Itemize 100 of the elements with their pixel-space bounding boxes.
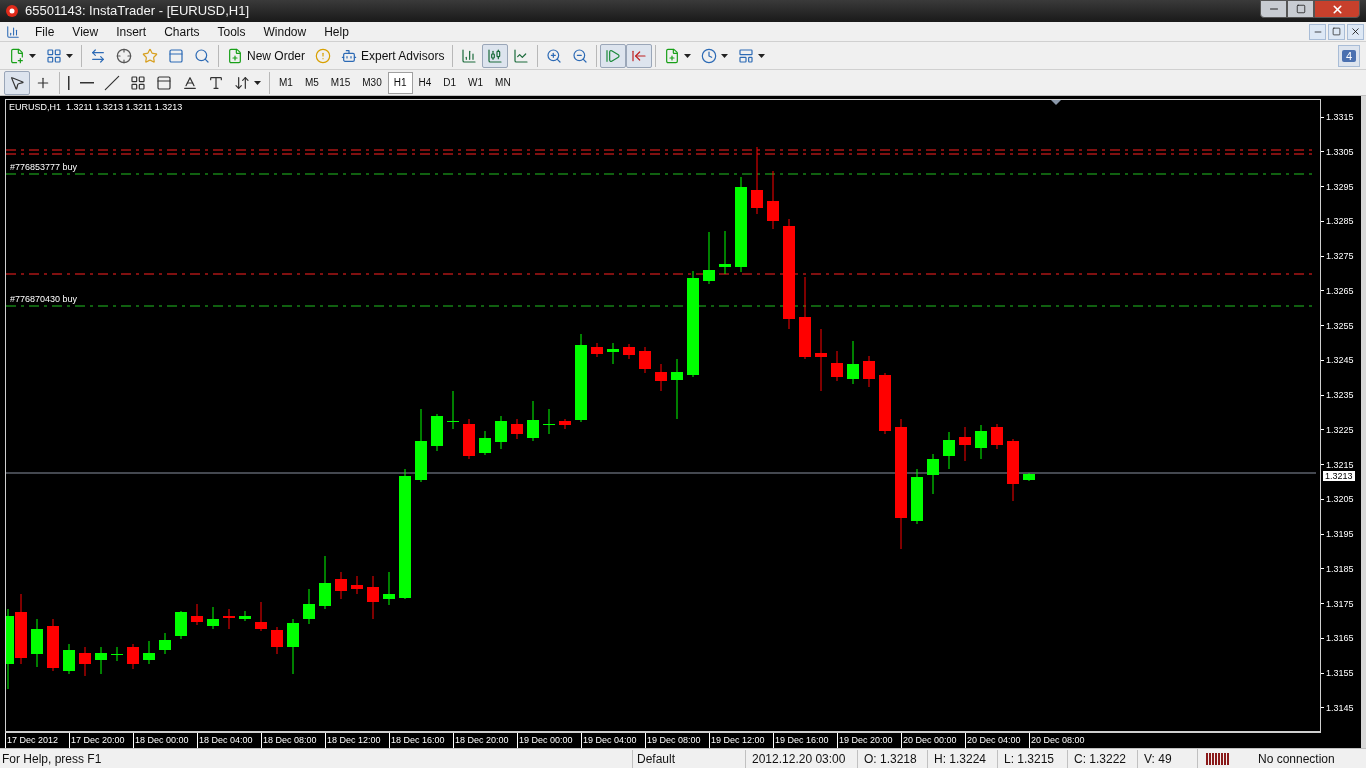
period-button[interactable]: H1 <box>387 71 413 94</box>
time-label: 19 Dec 08:00 <box>645 733 709 748</box>
candle <box>751 146 763 215</box>
price-tick: 1.3305 <box>1326 146 1354 157</box>
menu-item[interactable]: Help <box>315 22 358 41</box>
time-label: 18 Dec 16:00 <box>389 733 453 748</box>
candle <box>63 643 75 675</box>
high-price: H: 1.3224 <box>927 749 997 768</box>
robot-icon <box>341 47 357 64</box>
minimize-button[interactable] <box>1260 0 1287 18</box>
candle <box>543 408 555 435</box>
candle <box>447 390 459 430</box>
candle <box>239 610 251 622</box>
price-tick: 1.3175 <box>1326 598 1354 609</box>
expert-advisors-button[interactable]: Expert Advisors <box>336 43 450 68</box>
candle <box>559 418 571 430</box>
order-label: #776853777 buy <box>10 161 78 174</box>
terminal-icon <box>168 47 184 64</box>
time-label: 18 Dec 20:00 <box>453 733 517 748</box>
maximize-button[interactable] <box>1287 0 1314 18</box>
connection-bars-icon <box>1206 752 1230 765</box>
minimize-chart-button[interactable] <box>1309 23 1326 40</box>
candlestick-chart-icon <box>487 47 504 64</box>
candle <box>303 588 315 625</box>
price-tick: 1.3195 <box>1326 529 1354 540</box>
price-tick: 1.3275 <box>1326 251 1354 262</box>
price-tick: 1.3295 <box>1326 181 1354 192</box>
candle <box>623 343 635 360</box>
notifications-button[interactable]: 4 <box>1338 44 1360 67</box>
candle <box>591 342 603 358</box>
caret-icon <box>758 53 766 58</box>
help-text: For Help, press F1 <box>1 750 103 768</box>
caret-icon <box>66 53 73 58</box>
period-button[interactable]: MN <box>489 71 517 94</box>
market-watch-icon <box>90 47 106 64</box>
time-label: 18 Dec 04:00 <box>197 733 261 748</box>
period-button[interactable]: M15 <box>324 71 357 94</box>
low-price: L: 1.3215 <box>997 749 1067 768</box>
period-button[interactable]: M1 <box>273 71 299 94</box>
close-icon <box>1330 2 1344 16</box>
templates-icon <box>738 47 755 64</box>
auto-scroll-button[interactable] <box>600 43 627 68</box>
time-label: 17 Dec 2012 <box>5 733 69 748</box>
candle <box>975 424 987 460</box>
period-button[interactable]: M30 <box>356 71 388 94</box>
bar-time: 2012.12.20 03:00 <box>745 749 857 768</box>
chart-type-button[interactable] <box>482 43 509 68</box>
candle <box>367 575 379 620</box>
candle <box>863 355 875 388</box>
zoom-out-icon <box>572 47 589 64</box>
period-button[interactable]: D1 <box>437 71 463 94</box>
chart-header: EURUSD,H1 1.3211 1.3213 1.3211 1.3213 <box>9 101 183 114</box>
caret-icon <box>254 80 261 85</box>
candle <box>111 646 123 662</box>
candle <box>991 423 1003 450</box>
menu-item[interactable]: File <box>26 22 64 41</box>
scrollbar[interactable] <box>1361 96 1366 748</box>
chart-window-icon <box>6 24 20 39</box>
candle <box>127 643 139 670</box>
price-tick: 1.3185 <box>1326 563 1354 574</box>
time-label: 19 Dec 20:00 <box>837 733 901 748</box>
caret-icon <box>721 53 729 58</box>
candle <box>495 415 507 450</box>
candle <box>463 418 475 460</box>
menu-item[interactable]: Tools <box>208 22 255 41</box>
text-label-icon <box>208 74 224 91</box>
new-order-button[interactable]: New Order <box>222 43 310 68</box>
maximize-icon <box>1295 4 1306 14</box>
menu-item[interactable]: View <box>63 22 108 41</box>
candle <box>255 601 267 632</box>
bar-chart-icon <box>461 47 478 64</box>
volume: V: 49 <box>1137 749 1197 768</box>
price-tick: 1.3165 <box>1326 633 1354 644</box>
time-label: 18 Dec 08:00 <box>261 733 325 748</box>
period-button[interactable]: W1 <box>462 71 490 94</box>
price-tick: 1.3155 <box>1326 668 1354 679</box>
cursor-icon <box>9 74 25 91</box>
price-tick: 1.3145 <box>1326 702 1354 713</box>
candle <box>607 342 619 365</box>
price-tick: 1.3265 <box>1326 285 1354 296</box>
zoom-in-icon <box>546 47 563 64</box>
close-button[interactable] <box>1314 0 1360 18</box>
time-label: 18 Dec 12:00 <box>325 733 389 748</box>
period-button[interactable]: M5 <box>298 71 325 94</box>
menu-item[interactable]: Window <box>254 22 316 41</box>
close-chart-button[interactable] <box>1347 23 1364 40</box>
candle <box>431 413 443 452</box>
auto-scroll-icon <box>605 47 622 64</box>
candle <box>351 575 363 595</box>
candle <box>287 618 299 675</box>
chart-shift-button[interactable] <box>626 43 653 68</box>
candle <box>47 618 59 672</box>
drawing-tool-button[interactable] <box>4 70 30 95</box>
price-tick: 1.3235 <box>1326 390 1354 401</box>
candle <box>79 646 91 677</box>
candle <box>639 346 651 374</box>
period-button[interactable]: H4 <box>412 71 438 94</box>
menu-item[interactable]: Charts <box>155 22 209 41</box>
time-label: 18 Dec 00:00 <box>133 733 197 748</box>
menu-item[interactable]: Insert <box>107 22 156 41</box>
